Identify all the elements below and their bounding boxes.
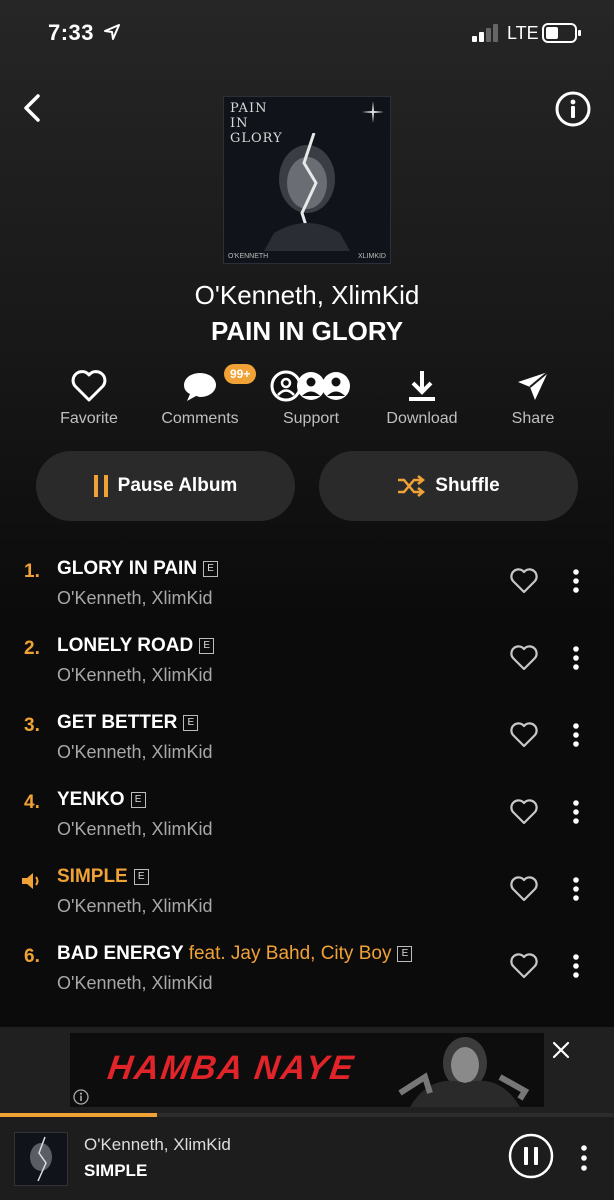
share-label: Share	[511, 410, 555, 427]
signal-icon	[472, 24, 498, 42]
mini-player-cover	[14, 1132, 68, 1186]
track-artist: O'Kenneth, XlimKid	[57, 973, 213, 993]
more-options-icon[interactable]	[567, 568, 585, 594]
track-row-6[interactable]: 6. BAD ENERGY feat. Jay Bahd, City Boy E O…	[0, 943, 614, 1005]
track-artist: O'Kenneth, XlimKid	[57, 742, 213, 762]
favorite-button[interactable]: Favorite	[34, 366, 144, 430]
pause-icon	[93, 475, 108, 497]
pause-album-label: Pause Album	[117, 475, 238, 496]
player-artist: O'Kenneth, XlimKid	[84, 1135, 231, 1154]
track-title: BAD ENERGY	[57, 943, 184, 964]
chevron-left-icon[interactable]	[18, 92, 48, 124]
support-icon	[270, 370, 350, 402]
heart-icon	[71, 370, 107, 402]
mini-player[interactable]: O'Kenneth, XlimKid SIMPLE	[0, 1117, 614, 1200]
player-title: SIMPLE	[84, 1161, 148, 1180]
support-label: Support	[282, 410, 340, 427]
pause-album-button[interactable]: Pause Album	[36, 451, 295, 521]
track-number: 6.	[24, 946, 40, 967]
download-icon	[409, 371, 435, 401]
comments-button[interactable]: 99+ Comments	[145, 364, 257, 430]
share-button[interactable]: Share	[478, 366, 588, 430]
close-icon[interactable]	[552, 1041, 570, 1059]
track-row-3[interactable]: 3. GET BETTER E O'Kenneth, XlimKid	[0, 712, 614, 774]
ad-artwork	[398, 1037, 530, 1107]
more-options-icon[interactable]	[567, 799, 585, 825]
album-title: PAIN IN GLORY	[210, 316, 404, 346]
track-title: GLORY IN PAIN	[57, 558, 198, 579]
track-featuring: feat. Jay Bahd, City Boy	[188, 943, 392, 964]
ad-container: HAMBA NAYE	[0, 1027, 614, 1113]
ad-info-icon[interactable]	[73, 1089, 89, 1105]
comment-icon	[184, 373, 216, 401]
album-artist[interactable]: O'Kenneth, XlimKid	[0, 280, 614, 311]
battery-icon	[542, 23, 581, 43]
share-icon	[518, 371, 549, 400]
cover-line-1: PAIN	[230, 101, 268, 116]
shuffle-icon	[398, 475, 426, 497]
favorite-label: Favorite	[60, 410, 118, 427]
track-number: 3.	[24, 715, 40, 736]
more-options-icon[interactable]	[567, 722, 585, 748]
heart-icon[interactable]	[510, 953, 538, 979]
ad-banner[interactable]: HAMBA NAYE	[70, 1033, 544, 1107]
track-row-2[interactable]: 2. LONELY ROAD E O'Kenneth, XlimKid	[0, 635, 614, 697]
explicit-badge: E	[199, 638, 215, 654]
heart-icon[interactable]	[510, 876, 538, 902]
status-bar: 7:33 LTE	[0, 0, 614, 66]
track-number: 1.	[24, 561, 40, 582]
explicit-badge: E	[183, 715, 199, 731]
track-title: YENKO	[57, 789, 125, 810]
sparkle-icon	[362, 101, 384, 123]
more-options-icon[interactable]	[567, 876, 585, 902]
track-number: 2.	[24, 638, 40, 659]
track-row-1[interactable]: 1. GLORY IN PAIN E O'Kenneth, XlimKid	[0, 558, 614, 620]
track-row-5-now-playing[interactable]: SIMPLE E O'Kenneth, XlimKid	[0, 866, 614, 928]
support-button[interactable]: Support	[256, 366, 366, 430]
track-artist: O'Kenneth, XlimKid	[57, 819, 213, 839]
ad-headline: HAMBA NAYE	[105, 1049, 358, 1087]
more-options-icon[interactable]	[567, 645, 585, 671]
cover-footer-right: XLIMKID	[357, 253, 386, 260]
explicit-badge: E	[397, 946, 413, 962]
track-title: SIMPLE	[57, 866, 128, 887]
track-title: GET BETTER	[57, 712, 178, 733]
track-title: LONELY ROAD	[57, 635, 194, 656]
speaker-icon	[22, 873, 39, 889]
album-cover: PAIN IN GLORY O'KENNETH XLIMKID	[223, 96, 391, 264]
heart-icon[interactable]	[510, 568, 538, 594]
comments-label: Comments	[161, 410, 239, 427]
track-number: 4.	[24, 792, 40, 813]
track-artist: O'Kenneth, XlimKid	[57, 896, 213, 916]
track-artist: O'Kenneth, XlimKid	[57, 588, 213, 608]
shuffle-label: Shuffle	[435, 475, 500, 496]
explicit-badge: E	[130, 792, 146, 808]
status-time: 7:33	[48, 20, 95, 45]
cover-line-2: IN	[230, 116, 249, 131]
heart-icon[interactable]	[510, 645, 538, 671]
comments-badge: 99+	[224, 364, 257, 384]
heart-icon[interactable]	[510, 799, 538, 825]
location-arrow-icon	[104, 24, 120, 40]
pause-icon[interactable]	[508, 1133, 554, 1179]
action-row: Favorite 99+ Comments Support Download S…	[34, 364, 588, 430]
explicit-badge: E	[203, 561, 219, 577]
shuffle-button[interactable]: Shuffle	[319, 451, 578, 521]
cover-portrait	[264, 133, 350, 251]
track-artist: O'Kenneth, XlimKid	[57, 665, 213, 685]
explicit-badge: E	[133, 869, 149, 885]
network-type: LTE	[507, 23, 539, 43]
download-button[interactable]: Download	[367, 366, 477, 430]
more-options-icon[interactable]	[567, 953, 585, 979]
cover-footer-left: O'KENNETH	[228, 253, 269, 260]
download-label: Download	[386, 410, 458, 427]
heart-icon[interactable]	[510, 722, 538, 748]
info-icon[interactable]	[554, 90, 592, 128]
track-row-4[interactable]: 4. YENKO E O'Kenneth, XlimKid	[0, 789, 614, 851]
more-options-icon[interactable]	[576, 1143, 592, 1173]
